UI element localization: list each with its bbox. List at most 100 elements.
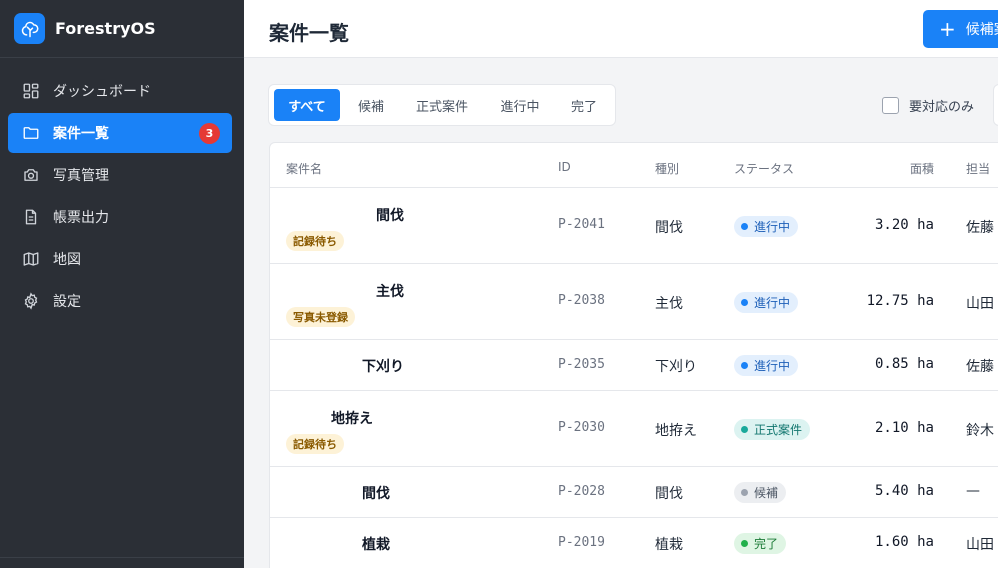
column-header-area[interactable]: 面積 <box>910 160 934 177</box>
table-row[interactable]: 主伐 写真未登録 P-2038 主伐 進行中 12.75 ha 山田 <box>270 264 998 340</box>
sidebar-nav: ダッシュボード 案件一覧 3 写真管理 帳票出力 地図 設定 <box>0 58 244 321</box>
project-area: 3.20 ha <box>874 217 934 233</box>
sidebar-item-dashboard[interactable]: ダッシュボード <box>8 71 232 111</box>
app-name: ForestryOS <box>55 19 156 38</box>
add-button-label: 候補案 <box>965 22 998 38</box>
sidebar-item-label: 帳票出力 <box>53 210 109 226</box>
tab-official[interactable]: 正式案件 <box>402 89 482 121</box>
project-area: 1.60 ha <box>874 534 934 550</box>
project-type: 地拵え <box>655 423 697 439</box>
status-label: 進行中 <box>754 359 791 373</box>
project-area: 0.85 ha <box>874 356 934 372</box>
sidebar-item-label: ダッシュボード <box>53 84 151 100</box>
pending-record-tag: 記録待ち <box>286 231 344 251</box>
project-owner: 山田 <box>966 537 994 553</box>
project-type: 下刈り <box>655 359 697 375</box>
column-header-owner[interactable]: 担当 <box>966 160 990 177</box>
sidebar-item-reports[interactable]: 帳票出力 <box>8 197 232 237</box>
project-owner: 佐藤 <box>966 359 994 375</box>
filter-select[interactable] <box>993 84 998 126</box>
camera-icon <box>21 166 40 185</box>
status-dot-icon <box>741 540 748 547</box>
status-dot-icon <box>741 223 748 230</box>
project-name: 間伐 <box>376 208 404 224</box>
action-required-filter[interactable]: 要対応のみ <box>882 96 974 115</box>
sidebar-item-photos[interactable]: 写真管理 <box>8 155 232 195</box>
status-dot-icon <box>741 426 748 433</box>
map-icon <box>21 250 40 269</box>
tab-candidate[interactable]: 候補 <box>340 89 402 121</box>
action-required-checkbox[interactable] <box>882 97 899 114</box>
project-name: 植栽 <box>362 537 390 553</box>
plus-icon: + <box>939 17 956 41</box>
table-header: 案件名 ID 種別 ステータス 面積 担当 <box>270 143 998 188</box>
column-header-id[interactable]: ID <box>558 160 571 174</box>
tab-in-progress[interactable]: 進行中 <box>482 89 558 121</box>
project-area: 12.75 ha <box>866 293 934 309</box>
status-badge: 進行中 <box>734 292 799 313</box>
project-area: 5.40 ha <box>874 483 934 499</box>
dashboard-icon <box>21 82 40 101</box>
projects-table: 案件名 ID 種別 ステータス 面積 担当 間伐 記録待ち P-2041 間伐 … <box>269 142 998 568</box>
status-label: 候補 <box>754 486 779 500</box>
document-icon <box>21 208 40 227</box>
column-header-name[interactable]: 案件名 <box>286 160 322 177</box>
brand[interactable]: ForestryOS <box>0 0 244 58</box>
column-header-type[interactable]: 種別 <box>655 160 679 177</box>
pending-record-tag: 記録待ち <box>286 434 344 454</box>
project-type: 間伐 <box>655 486 683 502</box>
project-id: P-2041 <box>558 217 605 232</box>
gear-icon <box>21 292 40 311</box>
project-owner: 鈴木 <box>966 423 994 439</box>
sidebar-item-label: 地図 <box>53 252 81 268</box>
page-title: 案件一覧 <box>269 21 349 45</box>
project-name: 間伐 <box>362 486 390 502</box>
folder-icon <box>21 124 40 143</box>
tree-logo-icon <box>14 13 45 44</box>
sidebar-item-projects[interactable]: 案件一覧 3 <box>8 113 232 153</box>
divider <box>0 557 244 558</box>
table-row[interactable]: 間伐 P-2028 間伐 候補 5.40 ha — <box>270 467 998 518</box>
sidebar-item-settings[interactable]: 設定 <box>8 281 232 321</box>
project-id: P-2035 <box>558 357 605 372</box>
tab-all[interactable]: すべて <box>274 89 340 121</box>
status-badge: 正式案件 <box>734 419 811 440</box>
table-row[interactable]: 下刈り P-2035 下刈り 進行中 0.85 ha 佐藤 <box>270 340 998 391</box>
project-owner: 山田 <box>966 296 994 312</box>
count-badge: 3 <box>199 123 220 144</box>
tab-completed[interactable]: 完了 <box>558 89 610 121</box>
add-candidate-button[interactable]: + 候補案 <box>923 10 998 48</box>
project-id: P-2028 <box>558 484 605 499</box>
status-label: 進行中 <box>754 296 791 310</box>
table-row[interactable]: 植栽 P-2019 植栽 完了 1.60 ha 山田 <box>270 518 998 568</box>
photo-missing-tag: 写真未登録 <box>286 307 355 327</box>
sidebar-item-label: 設定 <box>53 294 81 310</box>
status-badge: 進行中 <box>734 216 799 237</box>
project-type: 主伐 <box>655 296 683 312</box>
status-filter-tabs: すべて 候補 正式案件 進行中 完了 <box>268 84 616 126</box>
status-badge: 進行中 <box>734 355 799 376</box>
project-area: 2.10 ha <box>874 420 934 436</box>
project-id: P-2038 <box>558 293 605 308</box>
project-name: 地拵え <box>331 411 373 427</box>
sidebar-item-map[interactable]: 地図 <box>8 239 232 279</box>
table-row[interactable]: 地拵え 記録待ち P-2030 地拵え 正式案件 2.10 ha 鈴木 <box>270 391 998 467</box>
table-row[interactable]: 間伐 記録待ち P-2041 間伐 進行中 3.20 ha 佐藤 <box>270 188 998 264</box>
status-label: 正式案件 <box>754 423 803 437</box>
project-type: 植栽 <box>655 537 683 553</box>
project-name: 主伐 <box>376 284 404 300</box>
project-id: P-2019 <box>558 535 605 550</box>
status-dot-icon <box>741 362 748 369</box>
topbar: 案件一覧 + 候補案 <box>244 0 998 58</box>
action-required-label: 要対応のみ <box>909 100 975 115</box>
status-badge: 候補 <box>734 482 787 503</box>
project-owner: — <box>966 483 980 499</box>
status-badge: 完了 <box>734 533 787 554</box>
status-label: 完了 <box>754 537 779 551</box>
project-owner: 佐藤 <box>966 220 994 236</box>
status-label: 進行中 <box>754 220 791 234</box>
project-type: 間伐 <box>655 220 683 236</box>
column-header-status[interactable]: ステータス <box>734 160 794 177</box>
project-id: P-2030 <box>558 420 605 435</box>
project-name: 下刈り <box>362 359 404 375</box>
